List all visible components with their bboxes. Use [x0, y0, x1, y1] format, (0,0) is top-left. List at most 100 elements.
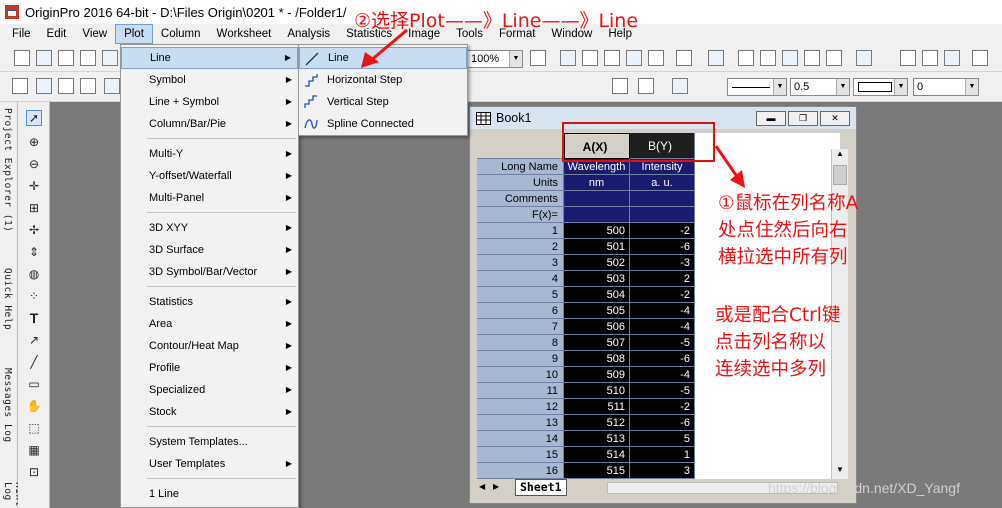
new-matrix-icon[interactable] — [80, 50, 96, 66]
new-graph-icon[interactable] — [58, 50, 74, 66]
new-matrix-icon[interactable] — [604, 50, 620, 66]
row-number[interactable]: 1 — [477, 223, 564, 239]
cell-a[interactable]: 514 — [564, 447, 630, 463]
cell-b[interactable]: -4 — [630, 319, 695, 335]
minimize-button[interactable]: ▬ — [756, 111, 786, 126]
meta-cell-a[interactable]: nm — [564, 175, 630, 191]
row-number[interactable]: 6 — [477, 303, 564, 319]
zoom-in-icon[interactable]: ⊕ — [26, 134, 42, 150]
scroll-thumb[interactable] — [833, 165, 847, 185]
row-number[interactable]: 15 — [477, 447, 564, 463]
meta-cell-b[interactable] — [630, 191, 695, 207]
cell-a[interactable]: 505 — [564, 303, 630, 319]
row-number[interactable]: 4 — [477, 271, 564, 287]
cell-b[interactable]: -3 — [630, 255, 695, 271]
chevron-down-icon[interactable]: ▼ — [509, 51, 522, 67]
toolbar-button-icon[interactable] — [972, 50, 988, 66]
rectangle-tool-icon[interactable]: ▭ — [26, 376, 42, 392]
row-number[interactable]: 10 — [477, 367, 564, 383]
line-tool-icon[interactable]: ╱ — [26, 354, 42, 370]
row-number[interactable]: 8 — [477, 335, 564, 351]
new-project-icon[interactable] — [676, 50, 692, 66]
line-submenu-item-spline-connected[interactable]: Spline Connected — [299, 113, 467, 135]
fill-color-icon[interactable] — [104, 78, 120, 94]
new-project-icon[interactable] — [14, 50, 30, 66]
new-function-icon[interactable] — [944, 50, 960, 66]
new-function-icon[interactable] — [102, 50, 118, 66]
cell-b[interactable]: 1 — [630, 447, 695, 463]
new-workbook-icon[interactable] — [560, 50, 576, 66]
cell-a[interactable]: 511 — [564, 399, 630, 415]
row-number[interactable]: 2 — [477, 239, 564, 255]
plot-menu-item-profile[interactable]: Profile ▶ — [121, 357, 298, 379]
line-style-combo[interactable]: ▼ — [727, 78, 787, 96]
row-number[interactable]: 14 — [477, 431, 564, 447]
angle-combo[interactable]: 0 ▼ — [913, 78, 979, 96]
meta-cell-a[interactable] — [564, 191, 630, 207]
screen-reader-icon[interactable]: ✢ — [26, 222, 42, 238]
chevron-down-icon[interactable]: ▼ — [894, 79, 907, 95]
data-selector-icon[interactable]: ⇕ — [26, 244, 42, 260]
new-graph-icon[interactable] — [900, 50, 916, 66]
plot-menu-item-multi-y[interactable]: Multi-Y ▶ — [121, 143, 298, 165]
new-workbook-icon[interactable] — [36, 50, 52, 66]
plot-menu-item-symbol[interactable]: Symbol ▶ — [121, 69, 298, 91]
new-function-icon[interactable] — [782, 50, 798, 66]
plot-menu-item-3d-symbol-bar-vector[interactable]: 3D Symbol/Bar/Vector ▶ — [121, 261, 298, 283]
data-reader-icon[interactable]: ⊞ — [26, 200, 42, 216]
scroll-down-icon[interactable]: ▼ — [832, 465, 848, 479]
fit-icon[interactable]: ⊡ — [26, 464, 42, 480]
cell-b[interactable]: -4 — [630, 367, 695, 383]
copy-icon[interactable] — [672, 78, 688, 94]
row-number[interactable]: 7 — [477, 319, 564, 335]
messages-log-tab[interactable]: Messages Log — [2, 368, 13, 443]
menu-column[interactable]: Column — [153, 24, 209, 44]
text-icon[interactable] — [80, 78, 96, 94]
chevron-down-icon[interactable]: ▼ — [836, 79, 849, 95]
cell-b[interactable]: -5 — [630, 335, 695, 351]
first-sheet-icon[interactable]: ◀ — [479, 482, 485, 491]
plot-menu-item-1-line[interactable]: 1 Line — [121, 483, 298, 505]
chevron-down-icon[interactable]: ▼ — [773, 79, 786, 95]
new-project-icon[interactable] — [826, 50, 842, 66]
menu-worksheet[interactable]: Worksheet — [209, 24, 280, 44]
cell-b[interactable]: -6 — [630, 351, 695, 367]
fill-color-combo[interactable]: ▼ — [853, 78, 908, 96]
scroll-up-icon[interactable]: ▲ — [832, 149, 848, 163]
row-number[interactable]: 13 — [477, 415, 564, 431]
toolbar-button-icon[interactable] — [648, 50, 664, 66]
pointer-icon[interactable]: ➚ — [26, 110, 42, 126]
line-width-combo[interactable]: 0.5 ▼ — [790, 78, 850, 96]
cell-b[interactable]: 2 — [630, 271, 695, 287]
text-tool-icon[interactable]: T — [26, 310, 42, 326]
row-number[interactable]: 9 — [477, 351, 564, 367]
cut-icon[interactable] — [12, 78, 28, 94]
cell-b[interactable]: -2 — [630, 287, 695, 303]
toolbar-button-icon[interactable] — [804, 50, 820, 66]
cell-a[interactable]: 510 — [564, 383, 630, 399]
row-number[interactable]: 11 — [477, 383, 564, 399]
cell-a[interactable]: 507 — [564, 335, 630, 351]
close-button[interactable]: ✕ — [820, 111, 850, 126]
zoom-out-icon[interactable]: ⊖ — [26, 156, 42, 172]
plot-menu-item-line[interactable]: Line ▶ — [121, 47, 298, 69]
chevron-down-icon[interactable]: ▼ — [965, 79, 978, 95]
quick-help-tab[interactable]: Quick Help — [2, 268, 13, 330]
cell-a[interactable]: 513 — [564, 431, 630, 447]
plot-menu-item-contour-heat-map[interactable]: Contour/Heat Map ▶ — [121, 335, 298, 357]
plot-menu-item-stock[interactable]: Stock ▶ — [121, 401, 298, 423]
cell-b[interactable]: -6 — [630, 239, 695, 255]
region-icon[interactable]: ⬚ — [26, 420, 42, 436]
menu-edit[interactable]: Edit — [39, 24, 75, 44]
row-number[interactable]: 12 — [477, 399, 564, 415]
plot-menu-item-specialized[interactable]: Specialized ▶ — [121, 379, 298, 401]
cell-b[interactable]: -5 — [630, 383, 695, 399]
new-project-icon[interactable] — [530, 50, 546, 66]
cell-a[interactable]: 502 — [564, 255, 630, 271]
corner-cell[interactable] — [477, 133, 564, 159]
cell-a[interactable]: 504 — [564, 287, 630, 303]
plot-menu-item-3d-xyy[interactable]: 3D XYY ▶ — [121, 217, 298, 239]
line-submenu-item-vertical-step[interactable]: Vertical Step — [299, 91, 467, 113]
new-workbook-icon[interactable] — [708, 50, 724, 66]
cell-b[interactable]: -4 — [630, 303, 695, 319]
